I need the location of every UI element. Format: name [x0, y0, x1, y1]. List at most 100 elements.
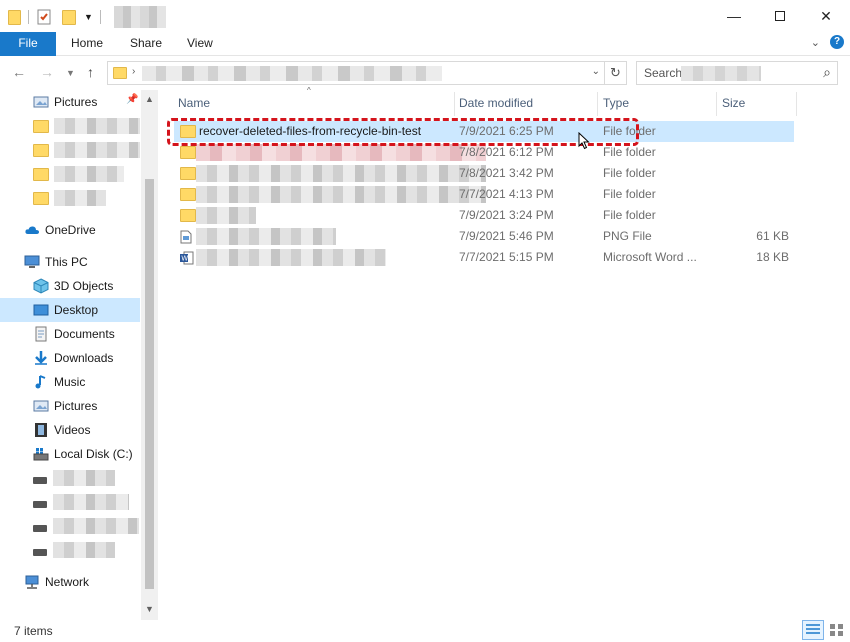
breadcrumb-redacted	[142, 66, 442, 81]
folder-icon	[180, 146, 196, 159]
sidebar-item-desktop[interactable]: Desktop	[0, 298, 140, 322]
details-view-button[interactable]	[802, 620, 824, 640]
file-name-redacted	[196, 228, 336, 245]
file-date: 7/8/2021 6:12 PM	[459, 145, 554, 159]
close-icon: ✕	[820, 7, 832, 24]
search-icon[interactable]: ⌕	[823, 64, 831, 81]
sidebar-item-label: Desktop	[54, 303, 99, 317]
sidebar-item-this-pc[interactable]: This PC	[0, 250, 140, 274]
sidebar-item-pictures[interactable]: Pictures	[0, 394, 140, 418]
large-icons-view-button[interactable]	[826, 620, 848, 640]
sidebar-item-redacted[interactable]	[0, 138, 140, 162]
sidebar-item-redacted[interactable]	[0, 186, 140, 210]
customize-toolbar-chevron-icon[interactable]: ▼	[84, 12, 93, 22]
computer-icon	[24, 255, 40, 268]
table-row[interactable]: 7/7/2021 4:13 PM File folder	[174, 184, 794, 205]
sidebar-item-downloads[interactable]: Downloads	[0, 346, 140, 370]
address-dropdown-chevron-icon[interactable]: ⌄	[592, 66, 600, 77]
tab-share[interactable]: Share	[116, 32, 176, 56]
file-name-redacted	[196, 144, 486, 161]
sidebar-item-label: Network	[45, 575, 90, 589]
maximize-icon	[775, 11, 785, 21]
column-header-size[interactable]: Size	[718, 92, 797, 116]
title-bar: ▼ — ✕	[0, 0, 850, 32]
details-view-icon	[806, 624, 820, 634]
pictures-icon	[33, 96, 49, 108]
table-row[interactable]: 7/9/2021 3:24 PM File folder	[174, 205, 794, 226]
tab-home[interactable]: Home	[57, 32, 117, 56]
minimize-button[interactable]: —	[711, 0, 757, 32]
ribbon-tabs: File Home Share View ⌄ ?	[0, 32, 850, 56]
tab-file[interactable]: File	[0, 32, 56, 56]
scroll-down-arrow-icon[interactable]: ▼	[144, 604, 155, 614]
maximize-button[interactable]	[757, 0, 803, 32]
sidebar-item-redacted[interactable]	[0, 114, 140, 138]
quick-access-toolbar: ▼	[8, 6, 166, 28]
folder-icon[interactable]	[8, 9, 21, 25]
refresh-button[interactable]: ↻	[605, 61, 627, 85]
music-note-icon	[35, 375, 46, 389]
refresh-icon: ↻	[610, 65, 621, 80]
download-arrow-icon	[35, 351, 47, 365]
forward-arrow-icon[interactable]: →	[40, 64, 54, 80]
scroll-up-arrow-icon[interactable]: ▲	[144, 94, 155, 104]
sidebar-item-redacted-drive[interactable]	[0, 490, 140, 514]
window-title-redacted	[113, 6, 166, 28]
sidebar-item-music[interactable]: Music	[0, 370, 140, 394]
search-box[interactable]: Search ⌕	[636, 61, 838, 85]
search-input[interactable]: Search	[644, 66, 682, 80]
file-size: 61 KB	[756, 229, 789, 243]
search-location-redacted	[681, 66, 761, 81]
windows-drive-icon	[33, 448, 49, 461]
sidebar-item-documents[interactable]: Documents	[0, 322, 140, 346]
table-row[interactable]: 7/9/2021 5:46 PM PNG File 61 KB	[174, 226, 794, 247]
sidebar-item-3d-objects[interactable]: 3D Objects	[0, 274, 140, 298]
help-icon[interactable]: ?	[830, 35, 844, 49]
folder-icon	[180, 188, 196, 201]
sidebar-item-local-disk-c[interactable]: Local Disk (C:)	[0, 442, 140, 466]
redacted-label	[54, 166, 124, 182]
column-header-name[interactable]: Name	[174, 92, 455, 116]
ribbon-controls: ⌄ ?	[811, 35, 844, 49]
new-folder-icon[interactable]	[62, 9, 76, 25]
pin-icon[interactable]: 📌	[126, 94, 138, 105]
sidebar-item-redacted[interactable]	[0, 162, 140, 186]
address-bar[interactable]: › ⌄	[107, 61, 605, 85]
back-arrow-icon[interactable]: ←	[12, 64, 26, 80]
recent-locations-chevron-icon[interactable]: ▼	[66, 68, 75, 78]
file-type: File folder	[603, 208, 656, 222]
file-name-redacted	[196, 207, 256, 224]
tab-view[interactable]: View	[173, 32, 227, 56]
column-header-date-modified[interactable]: Date modified	[455, 92, 598, 116]
folder-icon	[180, 167, 196, 180]
folder-icon	[33, 167, 49, 181]
sidebar-item-redacted-drive[interactable]	[0, 466, 140, 490]
table-row[interactable]: W 7/7/2021 5:15 PM Microsoft Word ... 18…	[174, 247, 794, 268]
sidebar-item-videos[interactable]: Videos	[0, 418, 140, 442]
sidebar-item-quick-pictures[interactable]: Pictures 📌	[0, 90, 140, 114]
toolbar-divider	[99, 10, 101, 24]
file-type: File folder	[603, 187, 656, 201]
sidebar-item-label: OneDrive	[45, 223, 96, 237]
close-button[interactable]: ✕	[803, 0, 849, 32]
sidebar-item-onedrive[interactable]: OneDrive	[0, 218, 140, 242]
address-row: ← → ▼ ↑ › ⌄ ↻ Search ⌕	[0, 56, 850, 88]
sidebar-item-redacted-drive[interactable]	[0, 538, 140, 562]
file-type: File folder	[603, 145, 656, 159]
file-date: 7/7/2021 5:15 PM	[459, 250, 554, 264]
expand-ribbon-chevron-icon[interactable]: ⌄	[811, 36, 820, 49]
cube-icon	[33, 278, 49, 294]
drive-icon	[33, 476, 47, 484]
sidebar-item-network[interactable]: Network	[0, 570, 140, 594]
up-arrow-icon[interactable]: ↑	[87, 64, 94, 80]
navigation-scrollbar[interactable]: ▲ ▼	[141, 90, 158, 620]
sidebar-item-redacted-drive[interactable]	[0, 514, 140, 538]
navigation-pane: Pictures 📌 OneDrive This PC 3D Objects D…	[0, 90, 158, 620]
file-size: 18 KB	[756, 250, 789, 264]
redacted-label	[54, 142, 140, 158]
table-row[interactable]: 7/8/2021 3:42 PM File folder	[174, 163, 794, 184]
properties-icon[interactable]	[36, 9, 52, 25]
scrollbar-thumb[interactable]	[145, 179, 154, 589]
svg-text:W: W	[181, 255, 188, 263]
column-header-type[interactable]: Type	[599, 92, 717, 116]
